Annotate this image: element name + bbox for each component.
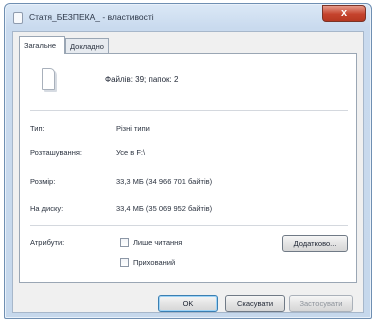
dialog-body: Загальне Докладно Файлів: 39; папок: 2 Т…: [12, 31, 364, 313]
window-file-icon: [13, 12, 23, 24]
size-label: Розмір:: [30, 177, 56, 186]
read-only-checkbox[interactable]: [120, 238, 129, 247]
size-on-disk-label: На диску:: [30, 204, 64, 213]
location-label: Розташування:: [30, 148, 82, 157]
general-tab-panel: Файлів: 39; папок: 2 Тип: Різні типи Роз…: [19, 53, 357, 283]
ok-button[interactable]: OK: [158, 295, 218, 312]
advanced-button[interactable]: Додатково...: [282, 235, 348, 252]
multiple-files-icon: [42, 68, 55, 90]
divider: [30, 110, 348, 111]
tab-details[interactable]: Докладно: [65, 38, 109, 54]
hidden-label[interactable]: Прихований: [133, 258, 175, 267]
hidden-checkbox[interactable]: [120, 258, 129, 267]
properties-window: Статя_БЕЗПЕКА_ - властивості x Загальне …: [4, 3, 372, 319]
type-label: Тип:: [30, 124, 45, 133]
size-value: 33,3 МБ (34 966 701 байтів): [116, 177, 213, 186]
attributes-label: Атрибути:: [30, 238, 65, 247]
title-bar[interactable]: Статя_БЕЗПЕКА_ - властивості x: [5, 4, 371, 30]
file-count-text: Файлів: 39; папок: 2: [105, 75, 179, 84]
apply-button[interactable]: Застосувати: [289, 295, 353, 312]
close-button[interactable]: x: [322, 5, 366, 22]
cancel-button[interactable]: Скасувати: [225, 295, 285, 312]
tab-general[interactable]: Загальне: [19, 36, 65, 54]
size-on-disk-value: 33,4 МБ (35 069 952 байтів): [116, 204, 213, 213]
read-only-label[interactable]: Лише читання: [133, 238, 182, 247]
location-value: Усе в F:\: [116, 148, 146, 157]
type-value: Різні типи: [116, 124, 150, 133]
window-title: Статя_БЕЗПЕКА_ - властивості: [29, 12, 154, 22]
divider: [30, 225, 348, 226]
